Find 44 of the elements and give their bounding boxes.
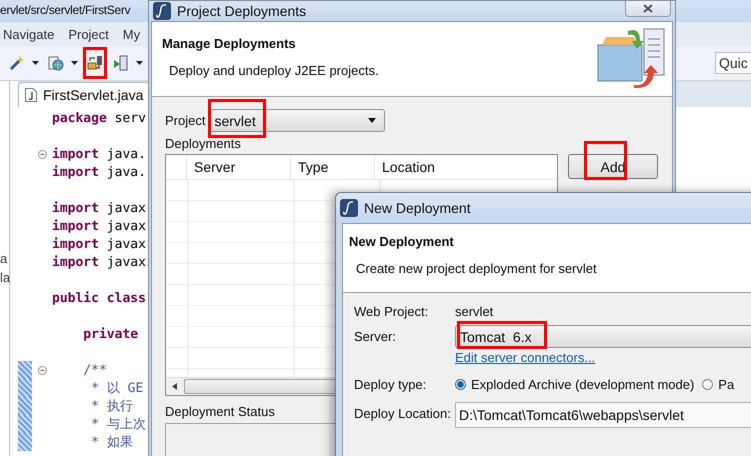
field-label: Deploy Location: xyxy=(354,406,452,420)
code-line: package serv xyxy=(52,110,146,126)
section-label: Deployments xyxy=(165,136,241,151)
field-value: servlet xyxy=(455,304,494,319)
code-line: import java. xyxy=(52,146,146,162)
dialog-heading: Manage Deployments xyxy=(162,36,297,51)
column-header[interactable]: Type xyxy=(291,155,375,179)
column-header[interactable]: Server xyxy=(187,155,291,179)
field-label: Server: xyxy=(354,329,397,344)
code-line: * 执行 xyxy=(90,398,133,415)
menu-item[interactable]: Project xyxy=(68,26,109,42)
dialog-heading: New Deployment xyxy=(349,234,455,249)
dialog-description: Deploy and undeploy J2EE projects. xyxy=(168,63,379,78)
dialog-title: New Deployment xyxy=(364,200,471,216)
column-header[interactable]: Location xyxy=(375,155,557,179)
quick-access-field[interactable]: Quic xyxy=(715,52,751,74)
code-line: import javax xyxy=(52,218,146,234)
window-title: ervlet/src/servlet/FirstServ xyxy=(0,3,130,17)
field-label: Web Project: xyxy=(354,304,430,319)
section-label: Deployment Status xyxy=(165,404,275,419)
field-label: Deploy type: xyxy=(354,377,428,392)
code-line: public class xyxy=(52,290,146,306)
dialog-title: Project Deployments xyxy=(177,3,306,19)
code-line: import javax xyxy=(52,236,146,252)
code-line: import javax xyxy=(52,254,146,270)
deploy-location-field[interactable]: D:\Tomcat\Tomcat6\webapps\servlet xyxy=(455,402,751,428)
project-select[interactable]: servlet xyxy=(209,109,386,132)
field-label: Project xyxy=(165,113,206,128)
tree-item[interactable]: la xyxy=(0,270,9,285)
code-line: * 与上次 xyxy=(90,416,146,433)
menu-item[interactable]: My xyxy=(122,26,140,42)
dialog-description: Create new project deployment for servlet xyxy=(355,261,597,276)
radio-option[interactable]: Exploded Archive (development mode) xyxy=(455,377,694,392)
server-select[interactable]: Tomcat 6.x xyxy=(455,325,751,348)
menu-item[interactable]: Navigate xyxy=(3,26,54,42)
code-line: private xyxy=(82,326,138,342)
code-line: * 如果 xyxy=(90,434,133,451)
edit-connectors-link[interactable]: Edit server connectors... xyxy=(455,350,751,365)
code-line: import javax xyxy=(52,200,146,216)
code-line: import java. xyxy=(52,164,146,180)
code-line: * 以 GE xyxy=(90,380,144,397)
radio-option[interactable]: Pa xyxy=(702,377,734,392)
tree-item[interactable]: a xyxy=(0,251,9,266)
code-line: /** xyxy=(82,362,107,378)
